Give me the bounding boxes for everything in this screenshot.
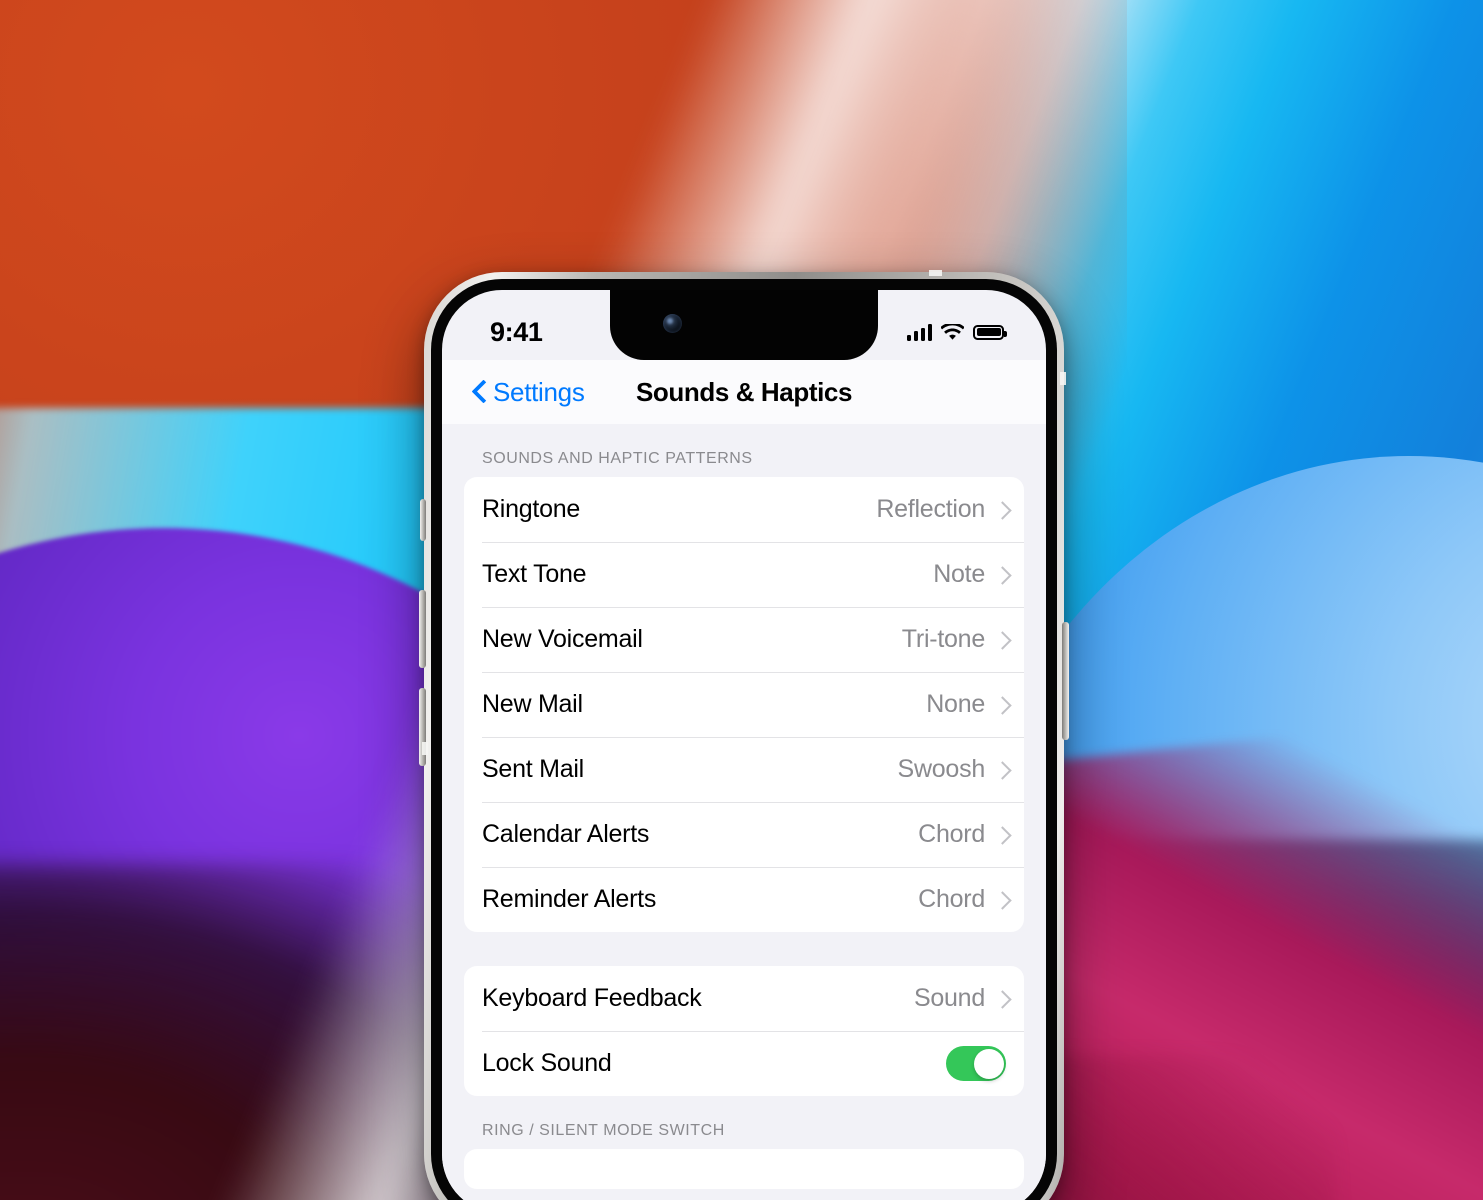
row-value: Tri-tone xyxy=(901,625,985,653)
chevron-right-icon xyxy=(996,891,1006,909)
mute-switch-button[interactable] xyxy=(420,499,426,541)
lock-sound-toggle[interactable] xyxy=(946,1046,1006,1081)
settings-group-sounds: Ringtone Reflection Text Tone Note New V… xyxy=(464,477,1024,932)
settings-row-lock-sound[interactable]: Lock Sound xyxy=(464,1031,1024,1096)
device-bezel: 9:41 Settings Sounds & Haptics SOUNDS AN… xyxy=(431,279,1057,1200)
wifi-icon xyxy=(941,323,964,340)
row-label: Text Tone xyxy=(482,560,587,588)
settings-row-keyboard-feedback[interactable]: Keyboard Feedback Sound xyxy=(464,966,1024,1031)
signal-bars-icon xyxy=(906,323,932,341)
row-label: New Mail xyxy=(482,690,583,718)
battery-full-icon xyxy=(973,324,1007,340)
settings-row-ringtone[interactable]: Ringtone Reflection xyxy=(464,477,1024,542)
row-label: Sent Mail xyxy=(482,755,584,783)
antenna-band-top xyxy=(929,270,942,276)
settings-group-feedback: Keyboard Feedback Sound Lock Sound xyxy=(464,966,1024,1096)
section-header-sounds-and-haptic-patterns: SOUNDS AND HAPTIC PATTERNS xyxy=(482,450,753,467)
navigation-bar: Settings Sounds & Haptics xyxy=(442,360,1046,424)
back-button-label: Settings xyxy=(493,376,585,407)
settings-list[interactable]: SOUNDS AND HAPTIC PATTERNS Ringtone Refl… xyxy=(442,424,1046,1200)
row-accessory: Chord xyxy=(918,820,1006,849)
row-accessory: Note xyxy=(933,560,1006,589)
row-label: New Voicemail xyxy=(482,625,643,653)
chevron-right-icon xyxy=(996,566,1006,584)
antenna-band-left xyxy=(422,742,428,755)
chevron-right-icon xyxy=(996,761,1006,779)
row-value: Chord xyxy=(918,885,985,913)
iphone-device-frame: 9:41 Settings Sounds & Haptics SOUNDS AN… xyxy=(419,270,1069,1200)
settings-row-text-tone[interactable]: Text Tone Note xyxy=(464,542,1024,607)
row-value: None xyxy=(926,690,985,718)
power-button[interactable] xyxy=(1062,622,1069,740)
chevron-left-icon xyxy=(472,379,487,405)
status-bar-clock: 9:41 xyxy=(490,316,543,347)
row-label: Reminder Alerts xyxy=(482,885,657,913)
settings-row-sent-mail[interactable]: Sent Mail Swoosh xyxy=(464,737,1024,802)
settings-row-calendar-alerts[interactable]: Calendar Alerts Chord xyxy=(464,802,1024,867)
phone-screen: 9:41 Settings Sounds & Haptics SOUNDS AN… xyxy=(442,290,1046,1200)
row-accessory: Reflection xyxy=(876,495,1006,524)
row-label: Lock Sound xyxy=(482,1049,612,1077)
section-header-ring-silent-mode-switch: RING / SILENT MODE SWITCH xyxy=(482,1122,725,1139)
chevron-right-icon xyxy=(996,696,1006,714)
chevron-right-icon xyxy=(996,631,1006,649)
volume-up-button[interactable] xyxy=(419,590,426,668)
chevron-right-icon xyxy=(996,501,1006,519)
row-value: Note xyxy=(933,560,985,588)
row-accessory: Chord xyxy=(918,885,1006,914)
settings-row-reminder-alerts[interactable]: Reminder Alerts Chord xyxy=(464,867,1024,932)
chevron-right-icon xyxy=(996,826,1006,844)
chevron-right-icon xyxy=(996,990,1006,1008)
row-value: Reflection xyxy=(876,495,985,523)
row-label: Calendar Alerts xyxy=(482,820,650,848)
status-bar-indicators xyxy=(906,323,1007,341)
settings-group-ring-silent xyxy=(464,1149,1024,1189)
settings-row-new-voicemail[interactable]: New Voicemail Tri-tone xyxy=(464,607,1024,672)
antenna-band-right xyxy=(1060,372,1066,385)
row-label: Keyboard Feedback xyxy=(482,984,702,1012)
row-accessory: None xyxy=(926,690,1006,719)
back-button[interactable]: Settings xyxy=(472,377,585,408)
row-value: Chord xyxy=(918,820,985,848)
row-value: Swoosh xyxy=(897,755,986,783)
row-accessory: Swoosh xyxy=(898,755,1006,784)
row-accessory: Tri-tone xyxy=(902,625,1006,654)
row-value: Sound xyxy=(913,984,985,1012)
row-accessory: Sound xyxy=(914,984,1006,1013)
status-bar: 9:41 xyxy=(442,290,1046,360)
toggle-knob xyxy=(973,1048,1004,1079)
settings-row-new-mail[interactable]: New Mail None xyxy=(464,672,1024,737)
row-label: Ringtone xyxy=(482,495,581,523)
